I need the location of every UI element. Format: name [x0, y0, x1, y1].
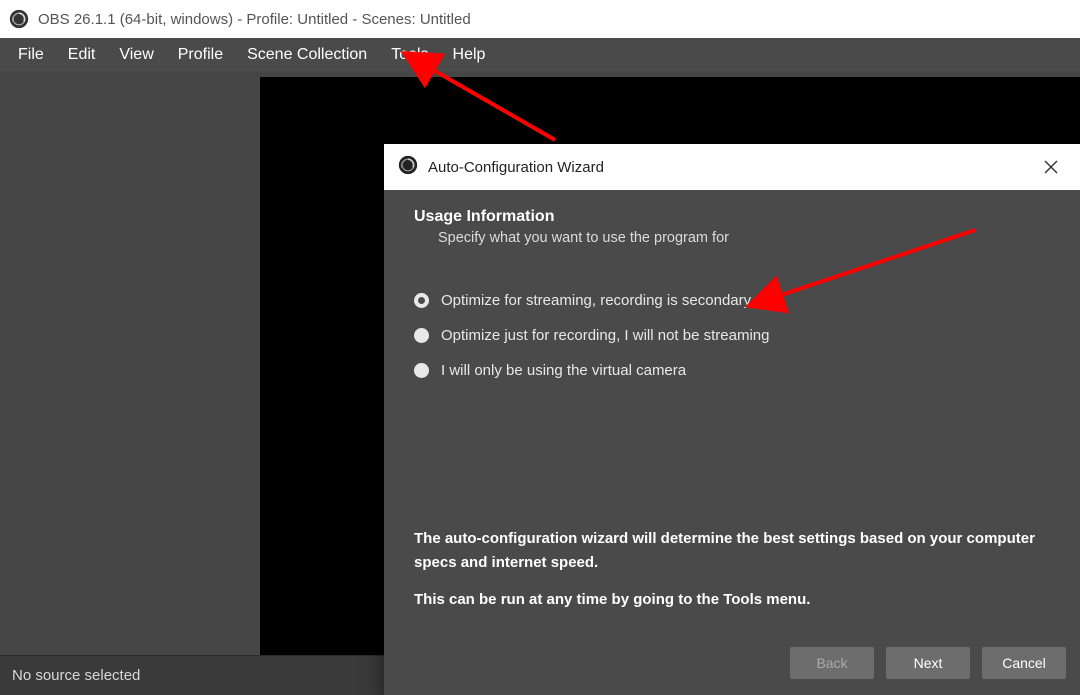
cancel-button[interactable]: Cancel: [982, 647, 1066, 679]
menu-profile[interactable]: Profile: [166, 40, 235, 70]
menu-bar: File Edit View Profile Scene Collection …: [0, 38, 1080, 71]
menu-edit[interactable]: Edit: [56, 40, 108, 70]
menu-help[interactable]: Help: [441, 40, 498, 70]
radio-group: Optimize for streaming, recording is sec…: [414, 292, 1050, 379]
radio-label: Optimize just for recording, I will not …: [441, 327, 769, 344]
radio-label: I will only be using the virtual camera: [441, 362, 686, 379]
info-line-2: This can be run at any time by going to …: [414, 588, 1050, 611]
section-subtitle: Specify what you want to use the program…: [414, 230, 1050, 246]
wizard-footer: Back Next Cancel: [384, 641, 1080, 695]
radio-icon: [414, 293, 429, 308]
menu-view[interactable]: View: [107, 40, 165, 70]
radio-icon: [414, 328, 429, 343]
radio-option-virtual-camera[interactable]: I will only be using the virtual camera: [414, 362, 1050, 379]
radio-option-streaming[interactable]: Optimize for streaming, recording is sec…: [414, 292, 1050, 309]
radio-icon: [414, 363, 429, 378]
next-button[interactable]: Next: [886, 647, 970, 679]
title-bar: OBS 26.1.1 (64-bit, windows) - Profile: …: [0, 0, 1080, 38]
obs-logo-icon: [8, 8, 30, 30]
menu-tools[interactable]: Tools: [379, 40, 440, 70]
obs-logo-icon: [398, 155, 418, 179]
menu-file[interactable]: File: [6, 40, 56, 70]
wizard-body: Usage Information Specify what you want …: [384, 190, 1080, 641]
info-line-1: The auto-configuration wizard will deter…: [414, 527, 1050, 574]
status-text: No source selected: [12, 667, 140, 684]
wizard-info: The auto-configuration wizard will deter…: [414, 527, 1050, 611]
back-button[interactable]: Back: [790, 647, 874, 679]
wizard-title-text: Auto-Configuration Wizard: [428, 159, 604, 176]
radio-label: Optimize for streaming, recording is sec…: [441, 292, 751, 309]
section-title: Usage Information: [414, 208, 1050, 226]
wizard-title-bar: Auto-Configuration Wizard: [384, 144, 1080, 190]
window-title: OBS 26.1.1 (64-bit, windows) - Profile: …: [38, 11, 471, 28]
radio-option-recording[interactable]: Optimize just for recording, I will not …: [414, 327, 1050, 344]
close-button[interactable]: [1036, 152, 1066, 182]
wizard-dialog: Auto-Configuration Wizard Usage Informat…: [384, 144, 1080, 695]
menu-scene-collection[interactable]: Scene Collection: [235, 40, 379, 70]
